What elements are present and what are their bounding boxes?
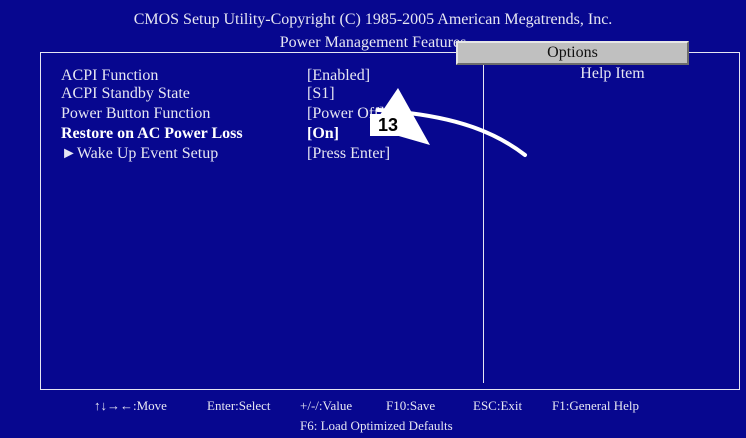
bios-screen: CMOS Setup Utility-Copyright (C) 1985-20…	[0, 0, 746, 438]
callout-number-label: 13	[370, 114, 406, 136]
callout-arrow-icon	[371, 88, 527, 157]
